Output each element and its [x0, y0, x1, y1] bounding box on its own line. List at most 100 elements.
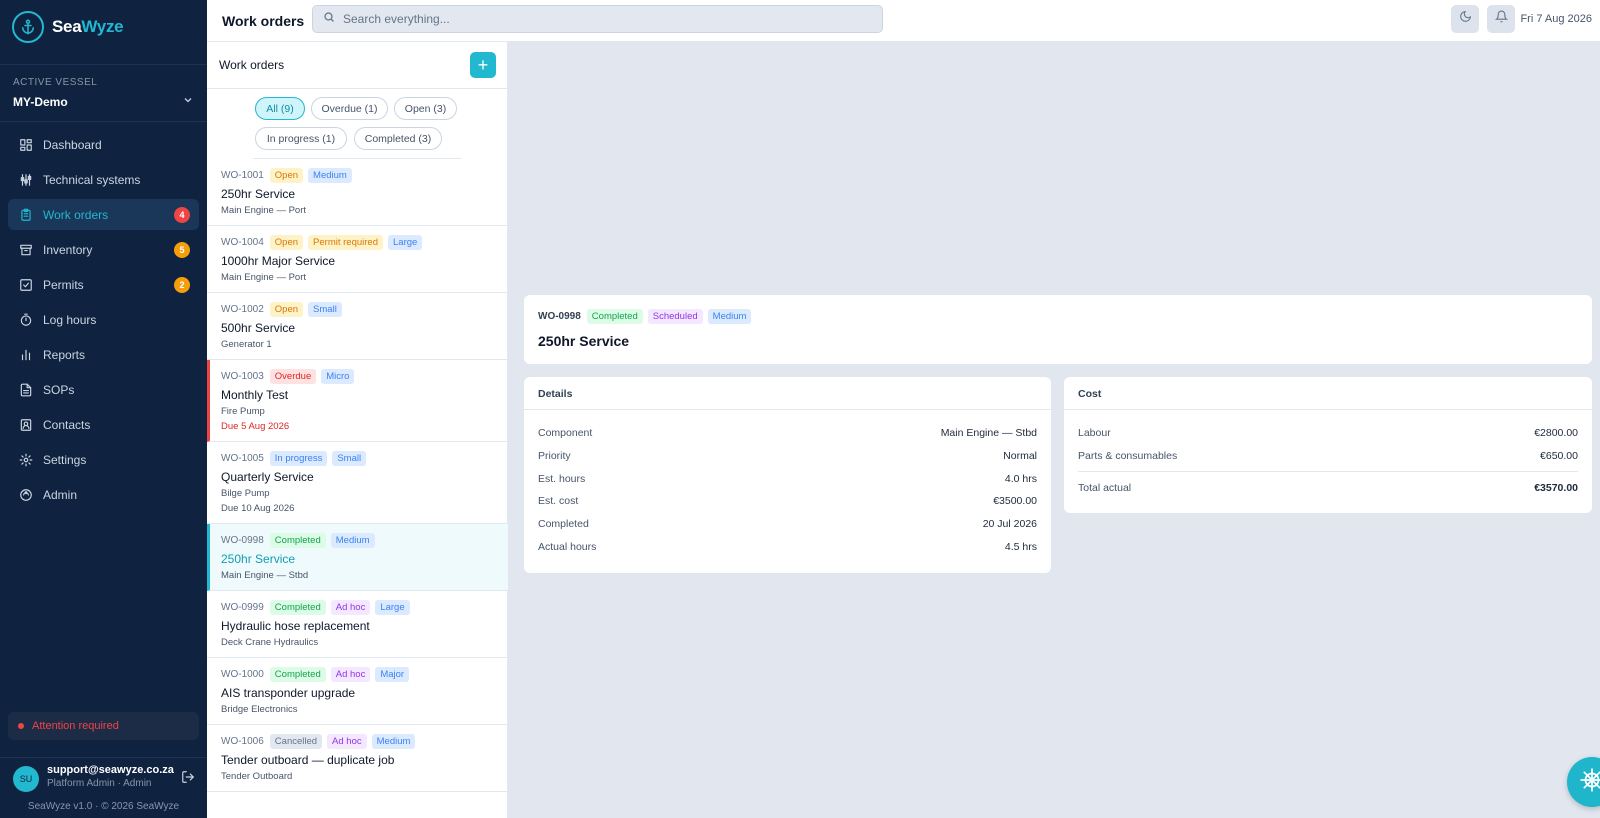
filter-chip[interactable]: All (9): [255, 97, 305, 120]
work-order-item[interactable]: WO-1005 In progress Small Quarterly Service…: [207, 442, 508, 524]
sidebar-item-contacts[interactable]: Contacts: [8, 409, 199, 440]
work-order-name: Hydraulic hose replacement: [221, 619, 370, 633]
sidebar-item-label: Permits: [43, 277, 84, 292]
logout-icon[interactable]: [181, 770, 195, 789]
work-order-name: Monthly Test: [221, 388, 289, 402]
sidebar-item-work-orders[interactable]: Work orders 4: [8, 199, 199, 230]
status-badge: Open: [269, 168, 304, 183]
status-badge: Cancelled: [269, 734, 323, 749]
sidebar-item-settings[interactable]: Settings: [8, 444, 199, 475]
work-order-id: WO-1005: [221, 453, 264, 464]
filter-chip[interactable]: Open (3): [394, 97, 457, 120]
work-order-id: WO-1004: [221, 237, 264, 248]
work-order-id: WO-1003: [221, 371, 264, 382]
sidebar-item-admin[interactable]: Admin: [8, 479, 199, 510]
detail-label: Priority: [538, 450, 571, 463]
notifications-button[interactable]: [1487, 5, 1515, 33]
work-order-name: 1000hr Major Service: [221, 254, 336, 268]
cost-card-title: Cost: [1064, 377, 1592, 410]
sidebar-item-permits[interactable]: Permits 2: [8, 269, 199, 300]
status-badge: Permit required: [308, 235, 383, 250]
sidebar-item-label: Admin: [43, 487, 78, 502]
sidebar-item-dashboard[interactable]: Dashboard: [8, 129, 199, 160]
divider: [1078, 471, 1578, 473]
sidebar-item-inventory[interactable]: Inventory 5: [8, 234, 199, 265]
detail-row: Est. hours 4.0 hrs: [524, 467, 1051, 490]
work-order-item[interactable]: WO-1000 Completed Ad hoc Major AIS transpond…: [207, 658, 508, 725]
sidebar-item-label: Work orders: [43, 207, 109, 222]
details-card: Details Component Main Engine — Stbd Prior…: [524, 377, 1051, 573]
work-order-name: Tender outboard — duplicate job: [221, 753, 395, 767]
work-order-item[interactable]: WO-1004 Open Permit required Large 1000hr Ma…: [207, 226, 508, 293]
anchor-icon: [12, 11, 44, 43]
vessel-selector[interactable]: ACTIVE VESSEL MY-Demo: [0, 64, 207, 122]
work-order-item[interactable]: WO-1001 Open Medium 250hr Service Main Engin…: [207, 159, 508, 226]
detail-row: Labour €2800.00: [1064, 422, 1592, 445]
detail-label: Completed: [538, 518, 589, 531]
contacts-icon: [18, 417, 34, 433]
search-box[interactable]: [312, 5, 883, 33]
detail-label: Est. hours: [538, 472, 586, 485]
brand[interactable]: SeaWyze: [0, 0, 207, 54]
work-order-component: Bridge Electronics: [221, 704, 298, 715]
attention-alert[interactable]: Attention required: [8, 712, 199, 740]
sidebar-item-label: Contacts: [43, 417, 91, 432]
work-order-item[interactable]: WO-1002 Open Small 500hr Service Generator 1: [207, 293, 508, 360]
document-icon: [18, 382, 34, 398]
status-badge: Ad hoc: [330, 600, 371, 615]
status-badge: Small: [308, 302, 342, 317]
filter-chip[interactable]: In progress (1): [255, 127, 347, 150]
user-email: support@seawyze.co.za: [47, 764, 174, 776]
sidebar-item-label: Dashboard: [43, 137, 102, 152]
filter-chip[interactable]: Completed (3): [354, 127, 442, 150]
work-order-item[interactable]: WO-0999 Completed Ad hoc Large Hydraulic hos…: [207, 591, 508, 658]
work-order-name: Quarterly Service: [221, 470, 314, 484]
nav-badge: 5: [174, 242, 190, 258]
status-badge: Micro: [321, 369, 355, 384]
current-date: Fri 7 Aug 2026: [1520, 13, 1592, 25]
avatar[interactable]: SU: [13, 766, 39, 792]
work-order-id: WO-0998: [221, 535, 264, 546]
work-order-id: WO-1000: [221, 669, 264, 680]
sidebar-item-log-hours[interactable]: Log hours: [8, 304, 199, 335]
search-icon: [323, 10, 335, 28]
ship-wheel-icon: [1579, 767, 1600, 798]
list-title: Work orders: [219, 58, 285, 72]
search-input[interactable]: [343, 12, 843, 26]
add-work-order-button[interactable]: +: [470, 52, 496, 78]
total-label: Total actual: [1078, 481, 1132, 494]
sidebar-item-label: Inventory: [43, 242, 93, 257]
page-title: Work orders: [222, 12, 305, 29]
work-order-component: Bilge Pump: [221, 488, 270, 499]
work-order-due: Due 5 Aug 2026: [221, 421, 290, 432]
vessel-name: MY-Demo: [13, 95, 68, 109]
nav-badge: 2: [174, 277, 190, 293]
status-badge: In progress: [269, 451, 328, 466]
admin-icon: [18, 487, 34, 503]
theme-toggle-button[interactable]: [1451, 5, 1479, 33]
detail-row: Parts & consumables €650.00: [1064, 445, 1592, 468]
status-badge: Completed: [269, 600, 326, 615]
detail-value: €650.00: [1540, 450, 1578, 463]
work-order-item[interactable]: WO-1006 Cancelled Ad hoc Medium Tender outbo…: [207, 725, 508, 792]
work-order-id: WO-0999: [221, 602, 264, 613]
cost-card: Cost Labour €2800.00 Parts & consumables €6…: [1064, 377, 1592, 513]
status-badge: Medium: [330, 533, 375, 548]
sidebar-item-label: Technical systems: [43, 172, 141, 187]
sidebar-item-reports[interactable]: Reports: [8, 339, 199, 370]
alert-dot-icon: [18, 723, 24, 729]
filter-chip[interactable]: Overdue (1): [311, 97, 388, 120]
work-order-component: Main Engine — Port: [221, 272, 307, 283]
status-badge: Medium: [308, 168, 352, 183]
work-order-item[interactable]: WO-1003 Overdue Micro Monthly Test Fire Pump…: [207, 360, 508, 442]
chevron-down-icon: [182, 93, 194, 111]
work-order-detail-header: WO-0998 Completed Scheduled Medium 250hr S…: [524, 295, 1592, 364]
work-order-item[interactable]: WO-0998 Completed Medium 250hr Service Main …: [207, 524, 508, 591]
user-role: Platform Admin · Admin: [47, 778, 152, 789]
systems-icon: [18, 172, 34, 188]
sidebar-item-technical-systems[interactable]: Technical systems: [8, 164, 199, 195]
detail-value: Normal: [1003, 450, 1037, 463]
detail-label: Actual hours: [538, 540, 597, 553]
helm-assistant-button[interactable]: [1567, 757, 1600, 807]
sidebar-item-sops[interactable]: SOPs: [8, 374, 199, 405]
